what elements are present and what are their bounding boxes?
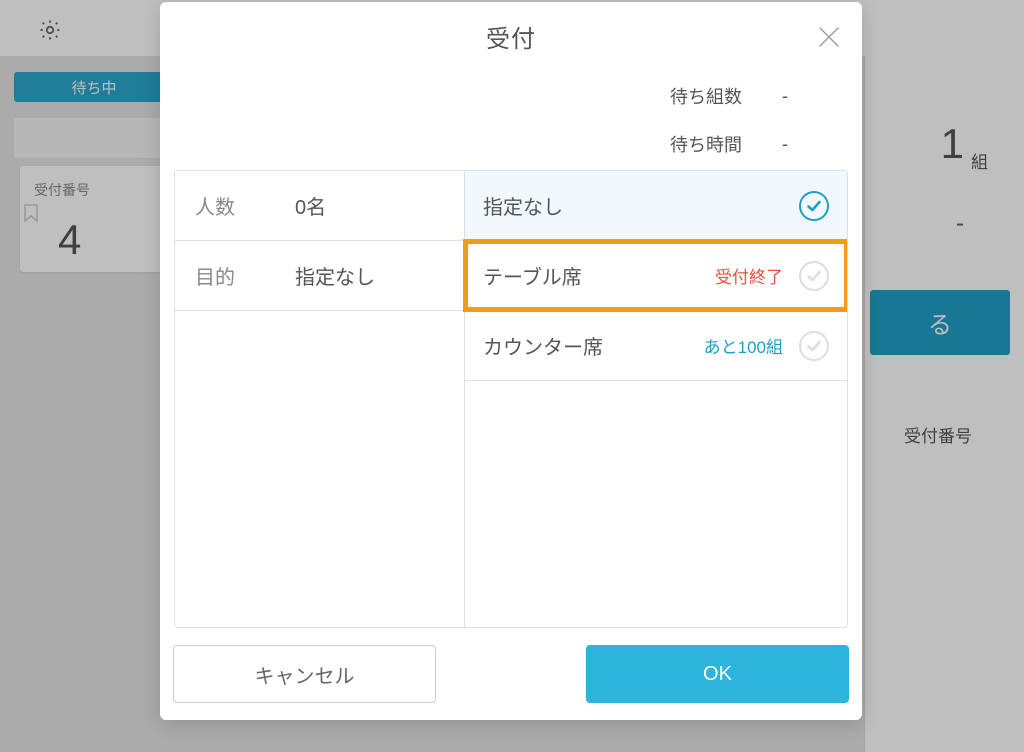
ticket-label: 受付番号 (34, 180, 90, 200)
stats-area: 待ち組数 - 待ち時間 - (160, 70, 862, 170)
option-table-seat[interactable]: テーブル席 受付終了 (465, 241, 847, 311)
summary-column: 人数 0名 目的 指定なし (175, 171, 465, 627)
waiting-groups-label: 待ち組数 (670, 83, 742, 109)
waiting-groups-value: - (782, 86, 802, 107)
side-panel (864, 56, 1024, 752)
cancel-button[interactable]: キャンセル (173, 645, 436, 703)
reception-label: 受付番号 (904, 422, 972, 447)
option-label: カウンター席 (483, 331, 704, 360)
waiting-groups-row: 待ち組数 - (160, 83, 802, 109)
waiting-time-value: - (782, 134, 802, 155)
reception-modal: 受付 待ち組数 - 待ち時間 - 人数 0名 目的 指定なし 指定 (160, 2, 862, 720)
ok-button[interactable]: OK (586, 645, 849, 703)
purpose-row[interactable]: 目的 指定なし (175, 241, 464, 311)
status-remaining: あと100組 (704, 333, 783, 358)
ticket-number: 4 (58, 216, 81, 264)
close-icon[interactable] (818, 26, 840, 48)
gear-icon[interactable] (38, 18, 62, 42)
option-label: テーブル席 (483, 261, 715, 290)
purpose-label: 目的 (195, 261, 295, 290)
wait-time-dash: - (956, 210, 964, 238)
waiting-time-row: 待ち時間 - (160, 131, 802, 157)
wait-count-unit: 組 (971, 148, 988, 173)
waiting-time-label: 待ち時間 (670, 131, 742, 157)
primary-action-button[interactable]: る (870, 290, 1010, 355)
people-label: 人数 (195, 191, 295, 220)
modal-title: 受付 (486, 19, 536, 54)
purpose-value: 指定なし (295, 261, 375, 290)
status-closed: 受付終了 (715, 263, 783, 288)
people-row[interactable]: 人数 0名 (175, 171, 464, 241)
wait-count: 1 (941, 120, 964, 168)
ticket-card[interactable] (20, 166, 170, 272)
info-panel (870, 400, 1010, 460)
bookmark-icon (24, 204, 38, 224)
waiting-tab[interactable]: 待ち中 (14, 72, 174, 102)
modal-header: 受付 (160, 2, 862, 70)
option-label: 指定なし (483, 191, 799, 220)
check-icon (799, 261, 829, 291)
check-icon (799, 331, 829, 361)
modal-footer: キャンセル OK (160, 628, 862, 720)
options-column: 指定なし テーブル席 受付終了 カウンター席 あと100組 (465, 171, 847, 627)
people-value: 0名 (295, 191, 326, 220)
option-counter-seat[interactable]: カウンター席 あと100組 (465, 311, 847, 381)
check-icon (799, 191, 829, 221)
modal-body: 人数 0名 目的 指定なし 指定なし テーブル席 受付終了 (174, 170, 848, 628)
option-none[interactable]: 指定なし (465, 171, 847, 241)
